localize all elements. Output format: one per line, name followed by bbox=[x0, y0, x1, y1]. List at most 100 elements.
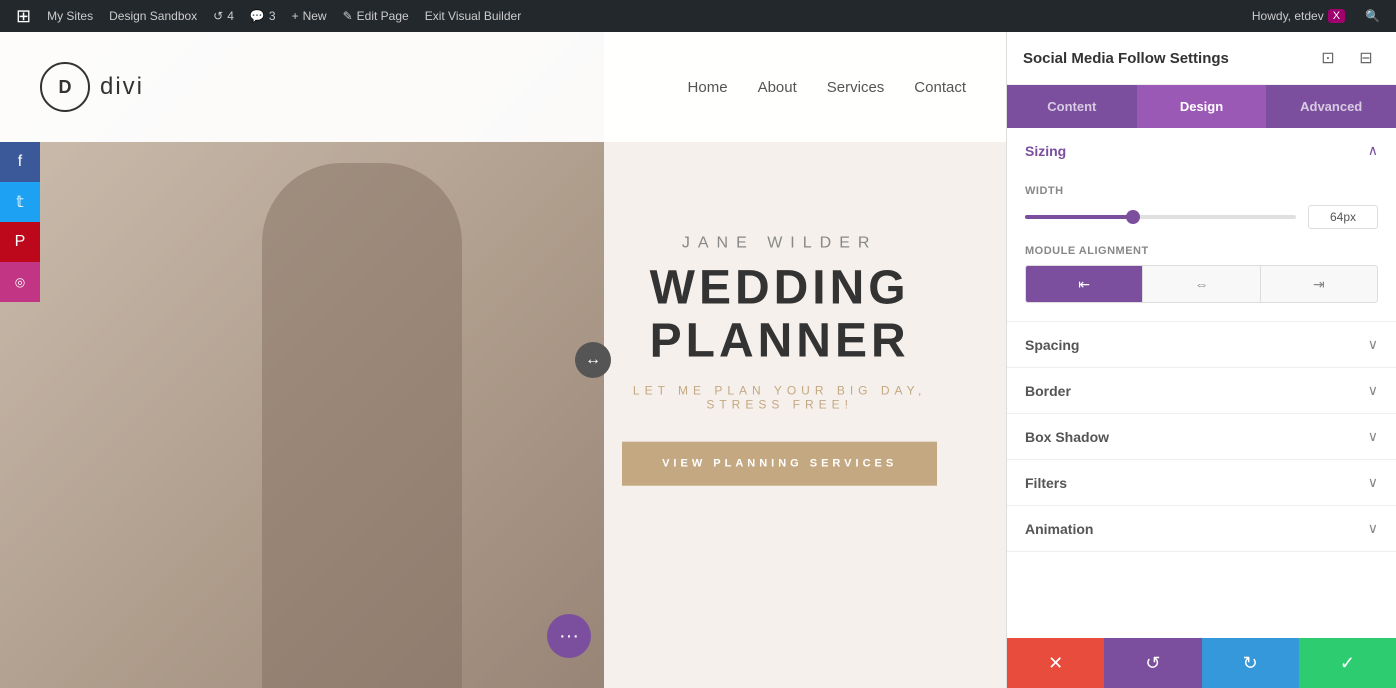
howdy-menu[interactable]: Howdy, etdev X bbox=[1244, 0, 1353, 32]
twitter-button[interactable]: 𝕥 bbox=[0, 182, 40, 222]
drag-icon: ↔ bbox=[585, 351, 601, 369]
tab-advanced[interactable]: Advanced bbox=[1266, 85, 1396, 128]
admin-bar-right: Howdy, etdev X 🔍 bbox=[1244, 0, 1388, 32]
revisions-count: 4 bbox=[227, 9, 234, 23]
my-sites-menu[interactable]: My Sites bbox=[39, 0, 101, 32]
filters-section-header[interactable]: Filters ∨ bbox=[1007, 460, 1396, 505]
instagram-button[interactable]: ◎ bbox=[0, 262, 40, 302]
revisions-link[interactable]: ↺ 4 bbox=[205, 0, 242, 32]
user-badge: X bbox=[1328, 9, 1345, 23]
animation-title: Animation bbox=[1025, 521, 1093, 537]
border-section-header[interactable]: Border ∨ bbox=[1007, 368, 1396, 413]
animation-section: Animation ∨ bbox=[1007, 506, 1396, 552]
new-label: New bbox=[303, 9, 327, 23]
restore-icon: ↻ bbox=[1243, 653, 1258, 674]
expand-icon[interactable]: ⊟ bbox=[1352, 44, 1380, 72]
panel-tabs: Content Design Advanced bbox=[1007, 85, 1396, 128]
nav-contact[interactable]: Contact bbox=[914, 79, 966, 96]
animation-section-header[interactable]: Animation ∨ bbox=[1007, 506, 1396, 551]
twitter-icon: 𝕥 bbox=[16, 192, 23, 212]
border-section: Border ∨ bbox=[1007, 368, 1396, 414]
wordpress-icon: ⊞ bbox=[16, 6, 31, 27]
box-shadow-title: Box Shadow bbox=[1025, 429, 1109, 445]
spacing-section: Spacing ∨ bbox=[1007, 322, 1396, 368]
comments-link[interactable]: 💬 3 bbox=[242, 0, 284, 32]
align-right-button[interactable]: ⇥ bbox=[1261, 266, 1377, 302]
fab-button[interactable]: ··· bbox=[547, 614, 591, 658]
reset-button[interactable]: ↺ bbox=[1104, 638, 1201, 688]
search-button[interactable]: 🔍 bbox=[1357, 0, 1388, 32]
panel-header: Social Media Follow Settings ⊡ ⊟ bbox=[1007, 32, 1396, 85]
exit-visual-builder-link[interactable]: Exit Visual Builder bbox=[417, 0, 530, 32]
sizing-section-header[interactable]: Sizing ∧ bbox=[1007, 128, 1396, 173]
logo-circle: D bbox=[40, 62, 90, 112]
align-center-button[interactable]: ⇔ bbox=[1143, 266, 1260, 302]
site-preview: D divi Home About Services Contact f 𝕥 P bbox=[0, 32, 1006, 688]
site-navigation: Home About Services Contact bbox=[688, 79, 966, 96]
collapse-symbol: ⊡ bbox=[1321, 48, 1334, 68]
search-icon: 🔍 bbox=[1365, 9, 1380, 23]
cancel-icon: ✕ bbox=[1048, 653, 1063, 674]
nav-services[interactable]: Services bbox=[827, 79, 885, 96]
hero-text: JANE WILDER WEDDING PLANNER LET ME PLAN … bbox=[553, 215, 1006, 506]
border-title: Border bbox=[1025, 383, 1071, 399]
align-left-icon: ⇤ bbox=[1078, 276, 1090, 293]
cancel-button[interactable]: ✕ bbox=[1007, 638, 1104, 688]
spacing-title: Spacing bbox=[1025, 337, 1079, 353]
align-left-button[interactable]: ⇤ bbox=[1026, 266, 1143, 302]
expand-symbol: ⊟ bbox=[1359, 48, 1372, 68]
width-row bbox=[1025, 205, 1378, 229]
site-header: D divi Home About Services Contact bbox=[0, 32, 1006, 142]
edit-page-label: Edit Page bbox=[357, 9, 409, 23]
width-label: Width bbox=[1025, 185, 1378, 197]
nav-home[interactable]: Home bbox=[688, 79, 728, 96]
hero-subtitle: LET ME PLAN YOUR BIG DAY, STRESS FREE! bbox=[593, 383, 966, 411]
design-sandbox-label: Design Sandbox bbox=[109, 9, 197, 23]
tab-content[interactable]: Content bbox=[1007, 85, 1137, 128]
slider-thumb[interactable] bbox=[1126, 210, 1140, 224]
restore-button[interactable]: ↻ bbox=[1202, 638, 1299, 688]
align-right-icon: ⇥ bbox=[1313, 276, 1325, 293]
animation-chevron: ∨ bbox=[1368, 520, 1378, 537]
box-shadow-section-header[interactable]: Box Shadow ∨ bbox=[1007, 414, 1396, 459]
save-button[interactable]: ✓ bbox=[1299, 638, 1396, 688]
wp-logo[interactable]: ⊞ bbox=[8, 0, 39, 32]
hero-title: WEDDING PLANNER bbox=[593, 263, 966, 369]
hero-name: JANE WILDER bbox=[593, 235, 966, 253]
nav-about[interactable]: About bbox=[758, 79, 797, 96]
panel-footer: ✕ ↺ ↻ ✓ bbox=[1007, 638, 1396, 688]
tab-design[interactable]: Design bbox=[1137, 85, 1267, 128]
sizing-section-content: Width Module Alignment ⇤ ⇔ bbox=[1007, 173, 1396, 322]
filters-chevron: ∨ bbox=[1368, 474, 1378, 491]
plus-icon: + bbox=[292, 9, 299, 23]
hero-cta-button[interactable]: VIEW PLANNING SERVICES bbox=[622, 441, 937, 485]
box-shadow-chevron: ∨ bbox=[1368, 428, 1378, 445]
collapse-icon[interactable]: ⊡ bbox=[1314, 44, 1342, 72]
site-logo: D divi bbox=[40, 62, 144, 112]
filters-section: Filters ∨ bbox=[1007, 460, 1396, 506]
save-icon: ✓ bbox=[1340, 653, 1355, 674]
spacing-chevron: ∨ bbox=[1368, 336, 1378, 353]
admin-bar: ⊞ My Sites Design Sandbox ↺ 4 💬 3 + New … bbox=[0, 0, 1396, 32]
social-sidebar: f 𝕥 P ◎ bbox=[0, 142, 40, 302]
comments-icon: 💬 bbox=[250, 9, 265, 23]
pencil-icon: ✎ bbox=[343, 9, 353, 23]
drag-handle-button[interactable]: ↔ bbox=[575, 342, 611, 378]
pinterest-button[interactable]: P bbox=[0, 222, 40, 262]
revisions-icon: ↺ bbox=[213, 9, 223, 23]
slider-fill bbox=[1025, 215, 1133, 219]
spacing-section-header[interactable]: Spacing ∨ bbox=[1007, 322, 1396, 367]
new-content-button[interactable]: + New bbox=[284, 0, 335, 32]
width-slider-track[interactable] bbox=[1025, 215, 1296, 219]
border-chevron: ∨ bbox=[1368, 382, 1378, 399]
logo-letter: D bbox=[59, 77, 72, 98]
design-sandbox-link[interactable]: Design Sandbox bbox=[101, 0, 205, 32]
edit-page-link[interactable]: ✎ Edit Page bbox=[335, 0, 417, 32]
align-center-icon: ⇔ bbox=[1194, 276, 1208, 292]
panel-title: Social Media Follow Settings bbox=[1023, 50, 1229, 67]
filters-title: Filters bbox=[1025, 475, 1067, 491]
width-input[interactable] bbox=[1308, 205, 1378, 229]
alignment-row: ⇤ ⇔ ⇥ bbox=[1025, 265, 1378, 303]
facebook-button[interactable]: f bbox=[0, 142, 40, 182]
panel-header-icons: ⊡ ⊟ bbox=[1314, 44, 1380, 72]
